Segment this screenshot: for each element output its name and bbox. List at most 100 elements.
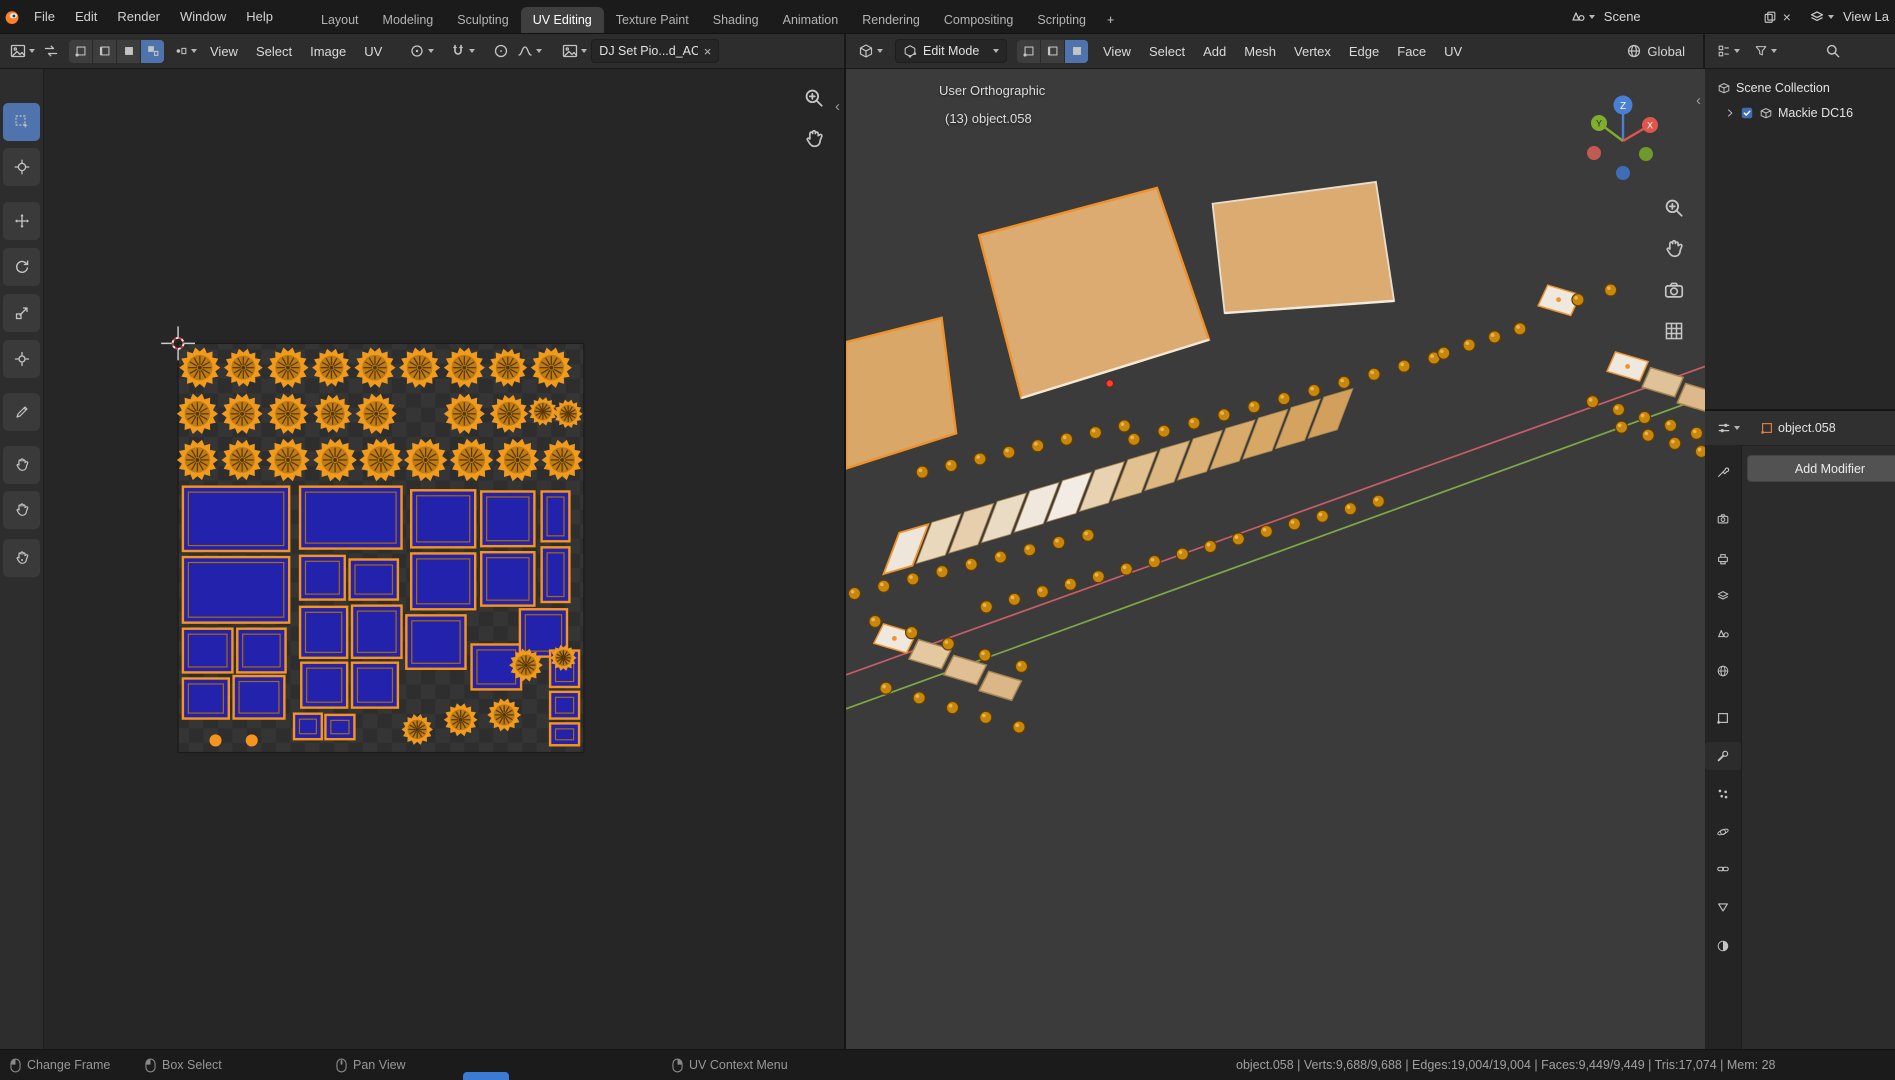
workspace-tab-animation[interactable]: Animation: [771, 7, 851, 33]
camera-view-icon[interactable]: [1663, 279, 1685, 301]
unlink-scene-button[interactable]: ×: [1780, 9, 1794, 25]
select-mode-vertex-button[interactable]: [1017, 39, 1041, 63]
uv-falloff-dropdown[interactable]: [513, 43, 546, 59]
workspace-tab-layout[interactable]: Layout: [309, 7, 371, 33]
menu-edit[interactable]: Edit: [65, 0, 107, 33]
outliner-filter-dropdown[interactable]: [1750, 44, 1781, 58]
scene-browse-button[interactable]: [1567, 9, 1598, 25]
tab-view-layer[interactable]: [1705, 582, 1741, 610]
uv-proportional-edit-toggle[interactable]: [489, 43, 513, 59]
gizmo-z-neg-axis[interactable]: [1616, 166, 1630, 180]
uv-image-browse-button[interactable]: [558, 43, 591, 59]
vp-menu-face[interactable]: Face: [1388, 44, 1435, 59]
visibility-checkbox[interactable]: [1740, 106, 1754, 120]
menu-file[interactable]: File: [24, 0, 65, 33]
tool-transform[interactable]: [3, 340, 40, 378]
vp-menu-add[interactable]: Add: [1194, 44, 1235, 59]
vp-menu-select[interactable]: Select: [1140, 44, 1194, 59]
tab-modifiers[interactable]: [1705, 742, 1741, 770]
menu-help[interactable]: Help: [236, 0, 283, 33]
scene-name-field[interactable]: Scene: [1604, 9, 1754, 24]
workspace-tab-uv-editing[interactable]: UV Editing: [520, 7, 604, 33]
uv-select-island-button[interactable]: [141, 39, 164, 63]
view-layer-browse-button[interactable]: [1806, 9, 1837, 25]
uv-select-edge-button[interactable]: [93, 39, 117, 63]
select-mode-edge-button[interactable]: [1041, 39, 1065, 63]
properties-editor-type-button[interactable]: [1713, 421, 1744, 435]
view-layer-name-field[interactable]: View La: [1843, 9, 1889, 24]
tab-material[interactable]: [1705, 932, 1741, 960]
navigation-gizmo[interactable]: Z Y X: [1578, 89, 1668, 185]
add-modifier-button[interactable]: Add Modifier: [1747, 455, 1895, 482]
uv-menu-select[interactable]: Select: [247, 44, 301, 59]
menu-render[interactable]: Render: [107, 0, 170, 33]
tab-scene[interactable]: [1705, 620, 1741, 648]
new-scene-button[interactable]: [1760, 10, 1780, 24]
uv-image-name-field[interactable]: DJ Set Pio...d_AC ×: [591, 39, 720, 63]
pan-hand-icon[interactable]: [803, 128, 825, 150]
uv-snapping-toggle[interactable]: [446, 43, 479, 59]
uv-editor-type-button[interactable]: [6, 43, 39, 59]
viewport-editor-type-button[interactable]: [854, 43, 887, 59]
grid-view-icon[interactable]: [1663, 320, 1685, 342]
workspace-tab-texture-paint[interactable]: Texture Paint: [604, 7, 701, 33]
app-menu-button[interactable]: [0, 9, 24, 25]
uv-pivot-dropdown[interactable]: [405, 43, 438, 59]
tool-annotate[interactable]: [3, 393, 40, 431]
viewport-canvas[interactable]: User Orthographic (13) object.058 Z Y X …: [846, 69, 1705, 1050]
tool-relax-brush[interactable]: [3, 491, 40, 529]
unlink-image-button[interactable]: ×: [704, 44, 712, 59]
gizmo-y-neg-axis[interactable]: [1639, 147, 1653, 161]
uv-editor-canvas[interactable]: ‹: [44, 69, 846, 1050]
gizmo-x-neg-axis[interactable]: [1587, 146, 1601, 160]
tool-select-box[interactable]: [3, 103, 40, 141]
uv-menu-view[interactable]: View: [201, 44, 247, 59]
uv-menu-uv[interactable]: UV: [355, 44, 391, 59]
tab-physics[interactable]: [1705, 818, 1741, 846]
workspace-tab-scripting[interactable]: Scripting: [1025, 7, 1098, 33]
workspace-tab-compositing[interactable]: Compositing: [932, 7, 1025, 33]
workspace-tab-shading[interactable]: Shading: [701, 7, 771, 33]
workspace-tab-sculpting[interactable]: Sculpting: [445, 7, 520, 33]
tool-pinch-brush[interactable]: [3, 539, 40, 577]
tab-constraints[interactable]: [1705, 855, 1741, 883]
tab-render[interactable]: [1705, 505, 1741, 533]
transform-orientation-dropdown[interactable]: Global: [1622, 43, 1689, 59]
uv-sticky-select-dropdown[interactable]: [170, 44, 201, 58]
vp-menu-mesh[interactable]: Mesh: [1235, 44, 1285, 59]
vp-menu-vertex[interactable]: Vertex: [1285, 44, 1340, 59]
uv-menu-image[interactable]: Image: [301, 44, 355, 59]
tool-rotate[interactable]: [3, 248, 40, 286]
select-mode-face-button[interactable]: [1065, 39, 1088, 63]
expand-chevron-icon[interactable]: [1725, 108, 1735, 118]
tab-object-data[interactable]: [1705, 893, 1741, 921]
tab-particles[interactable]: [1705, 780, 1741, 808]
tab-world[interactable]: [1705, 657, 1741, 685]
uv-sync-selection-toggle[interactable]: [39, 43, 63, 59]
outliner-search-button[interactable]: [1821, 43, 1845, 59]
tool-cursor[interactable]: [3, 148, 40, 186]
outliner-row-scene-collection[interactable]: Scene Collection: [1705, 75, 1895, 100]
workspace-tab-modeling[interactable]: Modeling: [371, 7, 446, 33]
tab-object[interactable]: [1705, 704, 1741, 732]
vp-menu-edge[interactable]: Edge: [1340, 44, 1388, 59]
workspace-tab-rendering[interactable]: Rendering: [850, 7, 932, 33]
vp-menu-uv[interactable]: UV: [1435, 44, 1471, 59]
tab-tool[interactable]: [1705, 458, 1741, 486]
zoom-icon[interactable]: [803, 87, 825, 109]
uv-select-face-button[interactable]: [117, 39, 141, 63]
zoom-icon[interactable]: [1663, 197, 1685, 219]
uv-select-vertex-button[interactable]: [69, 39, 93, 63]
region-collapse-arrow[interactable]: ‹: [1696, 93, 1701, 108]
tab-output[interactable]: [1705, 545, 1741, 573]
menu-window[interactable]: Window: [170, 0, 236, 33]
outliner-display-mode-dropdown[interactable]: [1713, 44, 1744, 58]
region-collapse-arrow[interactable]: ‹: [835, 99, 840, 114]
vp-menu-view[interactable]: View: [1094, 44, 1140, 59]
mode-dropdown[interactable]: Edit Mode: [895, 39, 1007, 63]
add-workspace-button[interactable]: +: [1098, 7, 1123, 33]
tool-move[interactable]: [3, 202, 40, 240]
outliner-row-object[interactable]: Mackie DC16: [1705, 100, 1895, 125]
tool-grab-brush[interactable]: [3, 446, 40, 484]
tool-scale[interactable]: [3, 294, 40, 332]
